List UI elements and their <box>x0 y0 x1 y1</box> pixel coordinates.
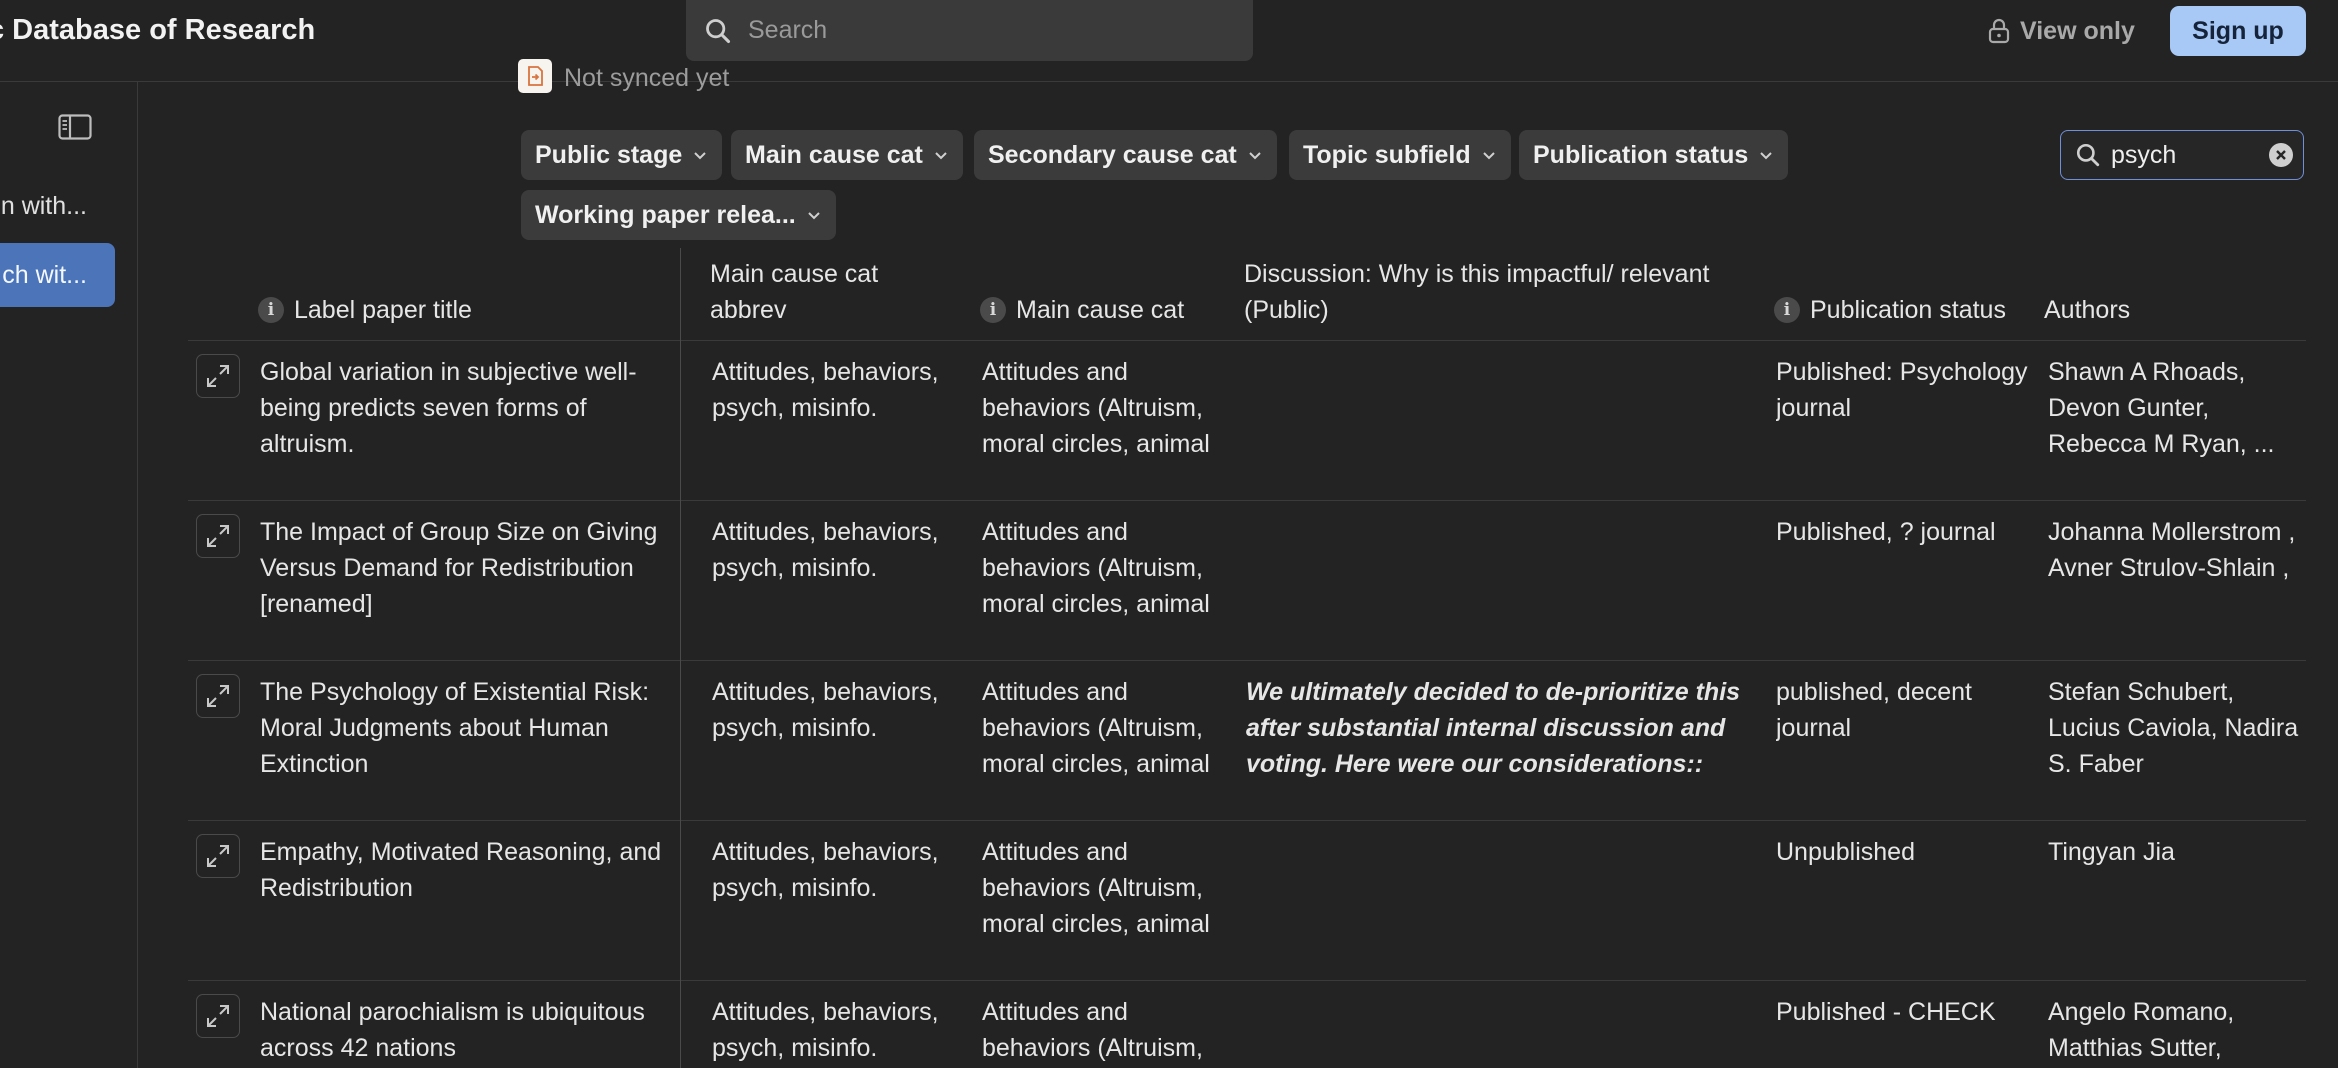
cell-publication-status: Published, ? journal <box>1776 518 1996 546</box>
table-row[interactable]: The Psychology of Existential Risk: Mora… <box>188 660 2306 821</box>
column-header-authors[interactable]: Authors <box>2044 292 2130 328</box>
column-label: Discussion: Why is this impactful/ relev… <box>1244 260 1710 324</box>
cell-authors: Shawn A Rhoads, Devon Gunter, Rebecca M … <box>2048 358 2275 458</box>
chevron-down-icon <box>935 152 947 160</box>
table-row[interactable]: The Impact of Group Size on Giving Versu… <box>188 500 2306 661</box>
cell-abbrev: Attitudes, behaviors, psych, misinfo. <box>712 358 939 422</box>
global-search[interactable] <box>686 0 1253 61</box>
info-icon[interactable]: i <box>1774 297 1800 323</box>
cell-publication-status: Unpublished <box>1776 838 1915 866</box>
column-header-abbrev[interactable]: Main cause cat abbrev <box>710 256 940 328</box>
cell-authors: Stefan Schubert, Lucius Caviola, Nadira … <box>2048 678 2299 778</box>
table-row[interactable]: Empathy, Motivated Reasoning, and Redist… <box>188 820 2306 981</box>
filter-label: Working paper relea... <box>535 200 796 229</box>
top-bar: c Database of Research View only Sign up <box>0 0 2338 82</box>
table-search-input[interactable] <box>2109 139 2263 171</box>
sidebar-item-view-2[interactable]: ch wit... <box>0 243 115 307</box>
expand-row-icon[interactable] <box>196 354 240 398</box>
sidebar-item-label: ch wit... <box>2 261 87 289</box>
chevron-down-icon <box>1249 152 1261 160</box>
sync-document-icon <box>518 58 552 93</box>
filter-label: Secondary cause cat <box>988 140 1237 169</box>
chevron-down-icon <box>1482 152 1495 160</box>
search-input[interactable] <box>746 15 1210 46</box>
filter-working-paper-release[interactable]: Working paper relea... <box>521 190 836 240</box>
cell-abbrev: Attitudes, behaviors, psych, misinfo. <box>712 838 939 902</box>
column-header-publication-status[interactable]: i Publication status <box>1774 292 2006 328</box>
cell-discussion: We ultimately decided to de-prioritize t… <box>1246 678 1741 778</box>
info-icon[interactable]: i <box>980 297 1006 323</box>
search-icon <box>2076 143 2100 167</box>
cell-main-cause: Attitudes and behaviors (Altruism, moral… <box>982 678 1210 778</box>
cell-publication-status: Published: Psychology journal <box>1776 358 2028 422</box>
cell-authors: Angelo Romano, Matthias Sutter, <box>2048 998 2235 1062</box>
cell-authors: Johanna Mollerstrom , Avner Strulov-Shla… <box>2048 518 2296 582</box>
cell-title: National parochialism is ubiquitous acro… <box>260 998 645 1062</box>
table-row[interactable]: National parochialism is ubiquitous acro… <box>188 980 2306 1068</box>
filter-secondary-cause-cat[interactable]: Secondary cause cat <box>974 130 1277 180</box>
search-icon <box>706 18 731 43</box>
app-title: c Database of Research <box>0 14 316 46</box>
filter-label: Main cause cat <box>745 140 923 169</box>
chevron-down-icon <box>1760 152 1773 160</box>
cell-publication-status: Published - CHECK <box>1776 998 1996 1026</box>
cell-main-cause: Attitudes and behaviors (Altruism, moral… <box>982 358 1210 458</box>
cell-title: Global variation in subjective well-bein… <box>260 358 637 458</box>
filter-label: Topic subfield <box>1303 140 1471 169</box>
sidebar-item-view-1[interactable]: n with... <box>0 174 115 238</box>
column-header-title[interactable]: i Label paper title <box>258 292 472 328</box>
sidebar-item-label: n with... <box>0 192 87 220</box>
filter-label: Publication status <box>1533 140 1749 169</box>
chevron-down-icon <box>694 152 706 160</box>
expand-row-icon[interactable] <box>196 674 240 718</box>
column-label: Publication status <box>1810 296 2006 324</box>
sign-up-button[interactable]: Sign up <box>2170 6 2306 56</box>
cell-publication-status: published, decent journal <box>1776 678 1972 742</box>
table-row[interactable]: Global variation in subjective well-bein… <box>188 340 2306 501</box>
cell-abbrev: Attitudes, behaviors, psych, misinfo. <box>712 518 939 582</box>
sidebar: n with... ch wit... <box>0 82 138 1068</box>
column-header-discussion[interactable]: Discussion: Why is this impactful/ relev… <box>1244 256 1764 328</box>
cell-authors: Tingyan Jia <box>2048 838 2175 866</box>
column-label: Label paper title <box>294 296 472 324</box>
filter-publication-status[interactable]: Publication status <box>1519 130 1789 180</box>
filter-main-cause-cat[interactable]: Main cause cat <box>731 130 963 180</box>
view-only-indicator: View only <box>1988 14 2135 48</box>
expand-row-icon[interactable] <box>196 514 240 558</box>
info-icon[interactable]: i <box>258 297 284 323</box>
cell-main-cause: Attitudes and behaviors (Altruism, moral… <box>982 838 1210 938</box>
cell-abbrev: Attitudes, behaviors, psych, misinfo. <box>712 678 939 742</box>
cell-main-cause: Attitudes and behaviors (Altruism, <box>982 998 1203 1062</box>
expand-row-icon[interactable] <box>196 994 240 1038</box>
lock-icon <box>1988 18 2010 44</box>
column-label: Authors <box>2044 296 2131 324</box>
table-search[interactable] <box>2060 130 2304 180</box>
clear-search-icon[interactable] <box>2269 143 2293 167</box>
filter-public-stage[interactable]: Public stage <box>521 130 723 180</box>
expand-row-icon[interactable] <box>196 834 240 878</box>
column-label: Main cause cat <box>1016 296 1185 324</box>
cell-title: The Psychology of Existential Risk: Mora… <box>260 678 650 778</box>
cell-title: Empathy, Motivated Reasoning, and Redist… <box>260 838 662 902</box>
table-header: i Label paper title Main cause cat abbre… <box>188 248 2306 341</box>
column-label: Main cause cat abbrev <box>710 260 879 324</box>
column-header-main-cause[interactable]: i Main cause cat <box>980 292 1184 328</box>
cell-title: The Impact of Group Size on Giving Versu… <box>260 518 658 618</box>
frozen-column-divider[interactable] <box>680 248 681 1068</box>
sync-status: Not synced yet <box>518 58 729 93</box>
filter-label: Public stage <box>535 140 683 169</box>
sync-status-text: Not synced yet <box>564 64 730 92</box>
cell-main-cause: Attitudes and behaviors (Altruism, moral… <box>982 518 1210 618</box>
view-only-label: View only <box>2020 16 2135 45</box>
sidebar-toggle-icon[interactable] <box>58 114 92 140</box>
cell-abbrev: Attitudes, behaviors, psych, misinfo. <box>712 998 939 1062</box>
filter-topic-subfield[interactable]: Topic subfield <box>1289 130 1511 180</box>
chevron-down-icon <box>808 212 820 220</box>
